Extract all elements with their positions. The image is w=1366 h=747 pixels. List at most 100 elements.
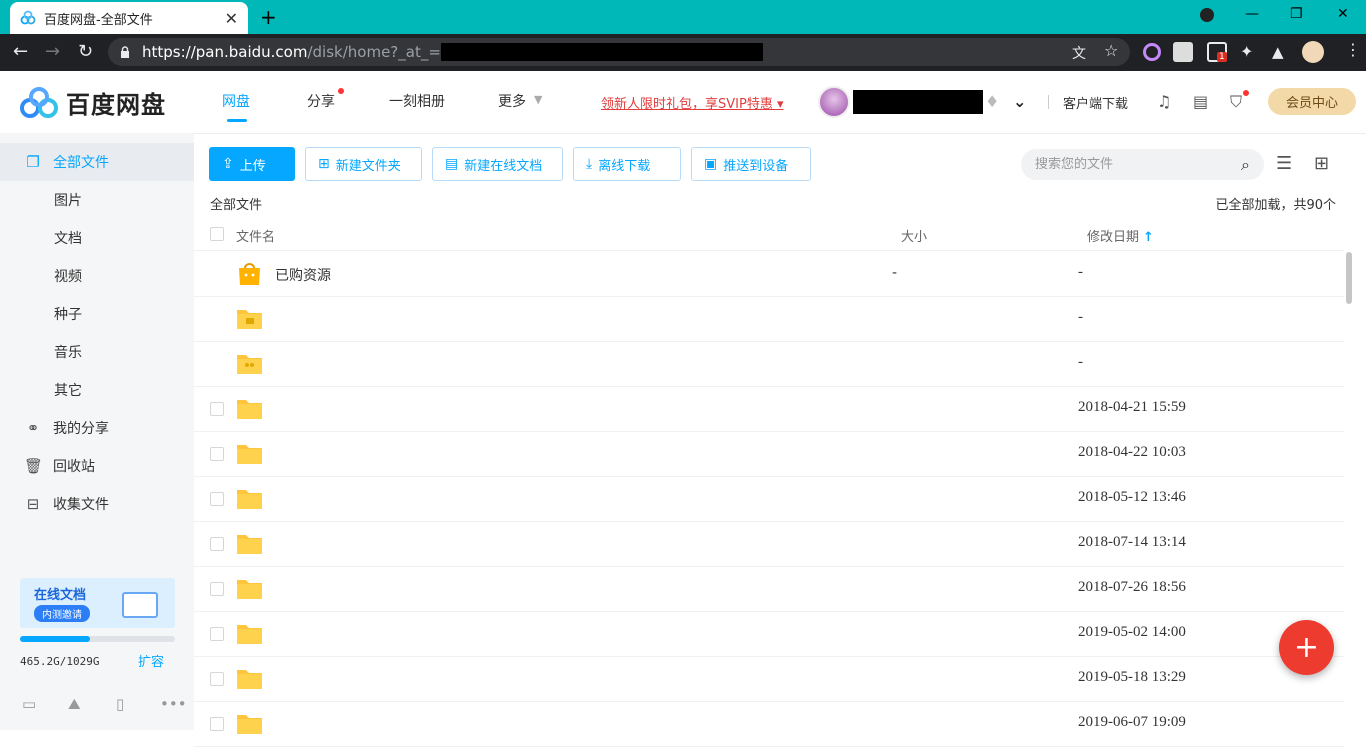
nav-more[interactable]: 更多 <box>498 91 526 111</box>
address-bar[interactable]: https://pan.baidu.com /disk/home?_at_= <box>108 38 1130 66</box>
folder-icon <box>237 490 262 509</box>
file-date: - <box>1078 264 1083 280</box>
shirt-notification-dot <box>1243 90 1249 96</box>
sidebar-item-music[interactable]: 音乐 <box>0 333 194 371</box>
online-doc-banner[interactable]: 在线文档 内测邀请 <box>20 578 175 628</box>
extension-badge-icon[interactable]: 1 <box>1207 42 1227 62</box>
search-icon[interactable]: ⌕ <box>1241 155 1250 175</box>
new-folder-button[interactable]: ⊞ 新建文件夹 <box>305 147 422 181</box>
search-input[interactable] <box>1035 157 1242 172</box>
banner-subtitle: 内测邀请 <box>34 605 90 622</box>
chevron-down-icon[interactable]: ▼ <box>534 93 542 106</box>
scrollbar[interactable] <box>1346 252 1352 304</box>
translate-icon[interactable]: 文 <box>1072 43 1086 63</box>
extension-image-icon[interactable] <box>1173 42 1193 62</box>
folder-icon <box>237 535 262 554</box>
shirt-icon[interactable]: ⛉ <box>1230 92 1242 112</box>
phone-icon[interactable]: ▯ <box>116 695 124 713</box>
logo[interactable]: 百度网盘 <box>20 85 166 120</box>
sidebar-item-recycle-bin[interactable]: 🗑 回收站 <box>0 447 194 485</box>
folder-icon <box>237 625 262 644</box>
browser-toolbar: ← → ↻ https://pan.baidu.com /disk/home?_… <box>0 34 1366 71</box>
row-checkbox[interactable] <box>210 492 224 506</box>
browser-menu-icon[interactable]: ⋮ <box>1345 40 1361 59</box>
forward-icon[interactable]: → <box>45 42 60 62</box>
sidebar-item-other[interactable]: 其它 <box>0 371 194 409</box>
avatar[interactable] <box>818 86 850 118</box>
row-checkbox[interactable] <box>210 672 224 686</box>
select-all-checkbox[interactable] <box>210 227 224 241</box>
logo-text: 百度网盘 <box>66 91 166 119</box>
profile-avatar-icon[interactable] <box>1302 41 1324 63</box>
profile-menu-icon[interactable] <box>1200 8 1214 22</box>
nav-share[interactable]: 分享 <box>307 91 335 111</box>
more-dots-icon[interactable]: ••• <box>160 695 187 713</box>
labs-flask-icon[interactable]: ▲ <box>1272 43 1284 61</box>
table-row[interactable]: 2019-05-18 13:29 <box>194 657 1344 702</box>
client-download-link[interactable]: 客户端下载 <box>1063 93 1128 112</box>
extensions-puzzle-icon[interactable]: ✦ <box>1240 42 1253 61</box>
minimize-icon[interactable]: — <box>1245 6 1259 22</box>
upload-button[interactable]: ⇪ 上传 <box>209 147 295 181</box>
document-icon: ▤ <box>445 156 459 172</box>
promo-link[interactable]: 领新人限时礼包，享SVIP特惠 ▾ <box>601 93 783 112</box>
vip-center-button[interactable]: 会员中心 <box>1268 88 1356 115</box>
clipboard-icon[interactable]: ▤ <box>1193 92 1208 111</box>
row-checkbox[interactable] <box>210 627 224 641</box>
image-icon[interactable]: ⛰ <box>68 695 81 713</box>
row-checkbox[interactable] <box>210 717 224 731</box>
push-to-device-button[interactable]: ▣ 推送到设备 <box>691 147 811 181</box>
table-row[interactable]: 2018-05-12 13:46 <box>194 477 1344 522</box>
add-fab-button[interactable]: + <box>1279 620 1334 675</box>
restore-icon[interactable]: ❐ <box>1290 6 1303 22</box>
grid-view-icon[interactable]: ⊞ <box>1314 153 1329 174</box>
table-row[interactable]: - <box>194 297 1344 342</box>
expand-storage-link[interactable]: 扩容 <box>138 651 164 670</box>
reload-icon[interactable]: ↻ <box>78 42 93 62</box>
row-checkbox[interactable] <box>210 582 224 596</box>
col-name[interactable]: 文件名 <box>236 226 275 245</box>
nav-netdisk[interactable]: 网盘 <box>222 91 250 111</box>
col-size[interactable]: 大小 <box>901 226 927 245</box>
extension-badge-count: 1 <box>1217 52 1227 62</box>
sidebar-item-collect-files[interactable]: ⊟ 收集文件 <box>0 485 194 523</box>
sidebar-item-all-files[interactable]: ❐ 全部文件 <box>0 143 194 181</box>
window-close-icon[interactable]: ✕ <box>1337 6 1349 22</box>
row-checkbox[interactable] <box>210 402 224 416</box>
row-checkbox[interactable] <box>210 447 224 461</box>
table-row[interactable]: 2019-06-07 19:09 <box>194 702 1344 747</box>
row-checkbox[interactable] <box>210 537 224 551</box>
table-row[interactable]: 2018-07-14 13:14 <box>194 522 1344 567</box>
bookmark-star-icon[interactable]: ☆ <box>1104 41 1118 60</box>
device-icon: ▣ <box>704 156 718 172</box>
desktop-icon[interactable]: ▭ <box>22 695 36 713</box>
sidebar-item-torrents[interactable]: 种子 <box>0 295 194 333</box>
user-menu-chevron-icon[interactable]: ⌄ <box>1013 92 1026 111</box>
browser-tab-bar: 百度网盘-全部文件 ✕ + — ❐ ✕ <box>0 0 1366 34</box>
extension-circle-icon[interactable] <box>1143 43 1161 61</box>
sidebar-item-my-shares[interactable]: ⚭ 我的分享 <box>0 409 194 447</box>
table-row[interactable]: 2019-05-02 14:00 <box>194 612 1344 657</box>
sidebar-item-images[interactable]: 图片 <box>0 181 194 219</box>
table-row[interactable]: 2018-04-21 15:59 <box>194 387 1344 432</box>
close-tab-icon[interactable]: ✕ <box>225 9 238 28</box>
table-row[interactable]: - <box>194 342 1344 387</box>
table-row[interactable]: 已购资源 - - <box>194 252 1344 297</box>
new-online-doc-button[interactable]: ▤ 新建在线文档 <box>432 147 563 181</box>
col-date[interactable]: 修改日期 ↑ <box>1087 226 1154 245</box>
sidebar-item-docs[interactable]: 文档 <box>0 219 194 257</box>
offline-download-button[interactable]: ⤓ 离线下载 <box>573 147 681 181</box>
nav-album[interactable]: 一刻相册 <box>389 91 445 111</box>
folder-icon <box>237 715 262 734</box>
url-path: /disk/home?_at_= <box>307 43 441 61</box>
sort-icon[interactable]: ☰ <box>1276 153 1292 174</box>
browser-tab[interactable]: 百度网盘-全部文件 ✕ <box>10 2 248 34</box>
table-row[interactable]: 2018-07-26 18:56 <box>194 567 1344 612</box>
bell-icon[interactable]: ♫ <box>1157 92 1171 111</box>
back-icon[interactable]: ← <box>13 42 28 62</box>
new-tab-button[interactable]: + <box>260 6 277 28</box>
file-name[interactable]: 已购资源 <box>275 265 331 285</box>
sidebar-item-videos[interactable]: 视频 <box>0 257 194 295</box>
folder-icon <box>237 355 262 374</box>
table-row[interactable]: 2018-04-22 10:03 <box>194 432 1344 477</box>
